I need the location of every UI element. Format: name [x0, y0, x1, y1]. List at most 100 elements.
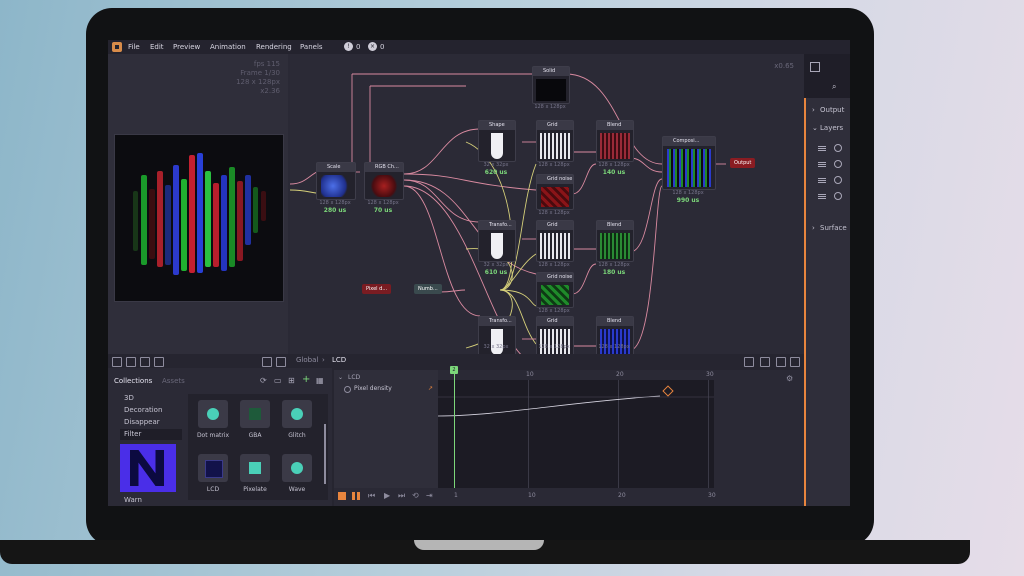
stop-icon[interactable] [338, 492, 346, 500]
node-scale[interactable]: Scale [316, 162, 356, 200]
tab-collections[interactable]: Collections [114, 377, 152, 385]
grid-view-icon[interactable]: ▦ [316, 376, 324, 385]
node-thumbnail [541, 285, 569, 305]
frame-icon[interactable] [140, 357, 150, 367]
refresh-icon[interactable]: ⟳ [260, 376, 267, 385]
section-layers[interactable]: Layers [820, 124, 843, 132]
breadcrumb-current[interactable]: LCD [332, 356, 346, 364]
split-icon[interactable] [276, 357, 286, 367]
category-filter[interactable]: Filter [124, 430, 141, 438]
node-composite[interactable]: Composi... [662, 136, 716, 190]
category-3d[interactable]: 3D [124, 394, 134, 402]
bottom-tick: 10 [528, 492, 536, 499]
category-disappear[interactable]: Disappear [124, 418, 160, 426]
menu-animation[interactable]: Animation [210, 43, 246, 51]
node-blend-2[interactable]: Blend [596, 220, 634, 262]
asset-lcd[interactable] [198, 454, 228, 482]
fit-icon[interactable] [126, 357, 136, 367]
bottom-tick: 20 [618, 492, 626, 499]
app-logo-icon[interactable] [112, 42, 122, 52]
track-collapse-icon[interactable]: ⌄ [338, 374, 343, 381]
grid-icon[interactable] [154, 357, 164, 367]
layer-visibility-icon[interactable] [834, 160, 842, 168]
menu-edit[interactable]: Edit [150, 43, 164, 51]
asset-glitch[interactable] [282, 400, 312, 428]
layer-visibility-icon[interactable] [834, 176, 842, 184]
inspector-icon[interactable] [810, 62, 820, 72]
node-output[interactable]: Output [730, 158, 756, 168]
loop-icon[interactable]: ⟲ [412, 491, 419, 500]
layer-list-icon[interactable] [818, 162, 826, 163]
export-icon[interactable] [262, 357, 272, 367]
collapse-layers-icon[interactable]: ⌄ [812, 124, 818, 132]
node-grid-noise-2[interactable]: Grid noise [536, 272, 574, 308]
timeline-settings-icon[interactable]: ⚙ [786, 374, 793, 383]
folder-icon[interactable]: ▭ [274, 376, 282, 385]
asset-label: Glitch [288, 432, 306, 439]
track-name[interactable]: LCD [348, 374, 360, 381]
timeline-out-range [714, 380, 804, 488]
new-icon[interactable] [112, 357, 122, 367]
node-pixel-density[interactable]: Pixel d... [362, 284, 392, 294]
node-blend-1[interactable]: Blend [596, 120, 634, 162]
curve-icon[interactable]: ↗ [428, 385, 433, 392]
grid-view-icon[interactable] [776, 357, 786, 367]
range-icon[interactable]: ⇥ [426, 491, 433, 500]
menu-rendering[interactable]: Rendering [256, 43, 292, 51]
asset-scrollbar[interactable] [324, 424, 326, 484]
node-grid-2[interactable]: Grid [536, 220, 574, 262]
add-folder-icon[interactable]: ⊞ [288, 376, 295, 385]
play-icon[interactable]: ▶ [384, 491, 390, 500]
first-frame-icon[interactable]: ⏮ [368, 491, 375, 501]
menu-preview[interactable]: Preview [173, 43, 200, 51]
section-output[interactable]: Output [820, 106, 844, 114]
playhead[interactable] [454, 374, 455, 488]
asset-pixelate[interactable] [240, 454, 270, 482]
node-transform-2[interactable]: Transfo... [478, 316, 516, 358]
node-title: Grid noise [537, 175, 573, 184]
menu-file[interactable]: File [128, 43, 140, 51]
add-icon[interactable]: + [302, 374, 310, 385]
asset-gba[interactable] [240, 400, 270, 428]
node-solid[interactable]: Solid [532, 66, 570, 104]
asset-wave[interactable] [282, 454, 312, 482]
last-frame-icon[interactable]: ⏭ [398, 491, 405, 501]
settings-icon[interactable] [790, 357, 800, 367]
node-grid-1[interactable]: Grid [536, 120, 574, 162]
category-warn[interactable]: Warn [124, 496, 142, 504]
node-graph[interactable]: Scale 128 x 128px 280 us RGB Ch... 128 x… [290, 54, 804, 358]
tab-assets[interactable]: Assets [162, 377, 185, 385]
node-grid-3[interactable]: Grid [536, 316, 574, 358]
node-grid-noise-1[interactable]: Grid noise [536, 174, 574, 210]
expand-output-icon[interactable]: › [812, 106, 815, 114]
layer-list-icon[interactable] [818, 194, 826, 195]
pause-icon[interactable] [352, 492, 360, 500]
curve-icon[interactable] [760, 357, 770, 367]
layer-list-icon[interactable] [818, 146, 826, 147]
property-name[interactable]: Pixel density [354, 385, 392, 392]
warning-icon[interactable]: ! [344, 42, 353, 51]
error-icon[interactable]: × [368, 42, 377, 51]
node-size: 128 x 128px [538, 344, 570, 350]
node-number[interactable]: Numb... [414, 284, 442, 294]
node-blend-3[interactable]: Blend [596, 316, 634, 358]
layout-icon[interactable] [744, 357, 754, 367]
section-surface[interactable]: Surface [820, 224, 847, 232]
layer-visibility-icon[interactable] [834, 192, 842, 200]
node-transform-1[interactable]: Transfo... [478, 220, 516, 262]
asset-label: Dot matrix [196, 432, 230, 439]
playhead-label[interactable]: 2 [450, 366, 458, 374]
expand-surface-icon[interactable]: › [812, 224, 815, 232]
timeline-canvas[interactable]: 10 20 30 2 [438, 366, 804, 488]
node-shape[interactable]: Shape [478, 120, 516, 162]
preview-canvas[interactable] [114, 134, 284, 302]
breadcrumb-separator: › [322, 356, 325, 364]
node-rgb-channels[interactable]: RGB Ch... [364, 162, 404, 200]
layer-list-icon[interactable] [818, 178, 826, 179]
asset-dot-matrix[interactable] [198, 400, 228, 428]
category-decoration[interactable]: Decoration [124, 406, 162, 414]
breadcrumb-root[interactable]: Global [296, 356, 318, 364]
layer-visibility-icon[interactable] [834, 144, 842, 152]
search-icon[interactable]: ⌕ [832, 82, 836, 92]
menu-panels[interactable]: Panels [300, 43, 323, 51]
